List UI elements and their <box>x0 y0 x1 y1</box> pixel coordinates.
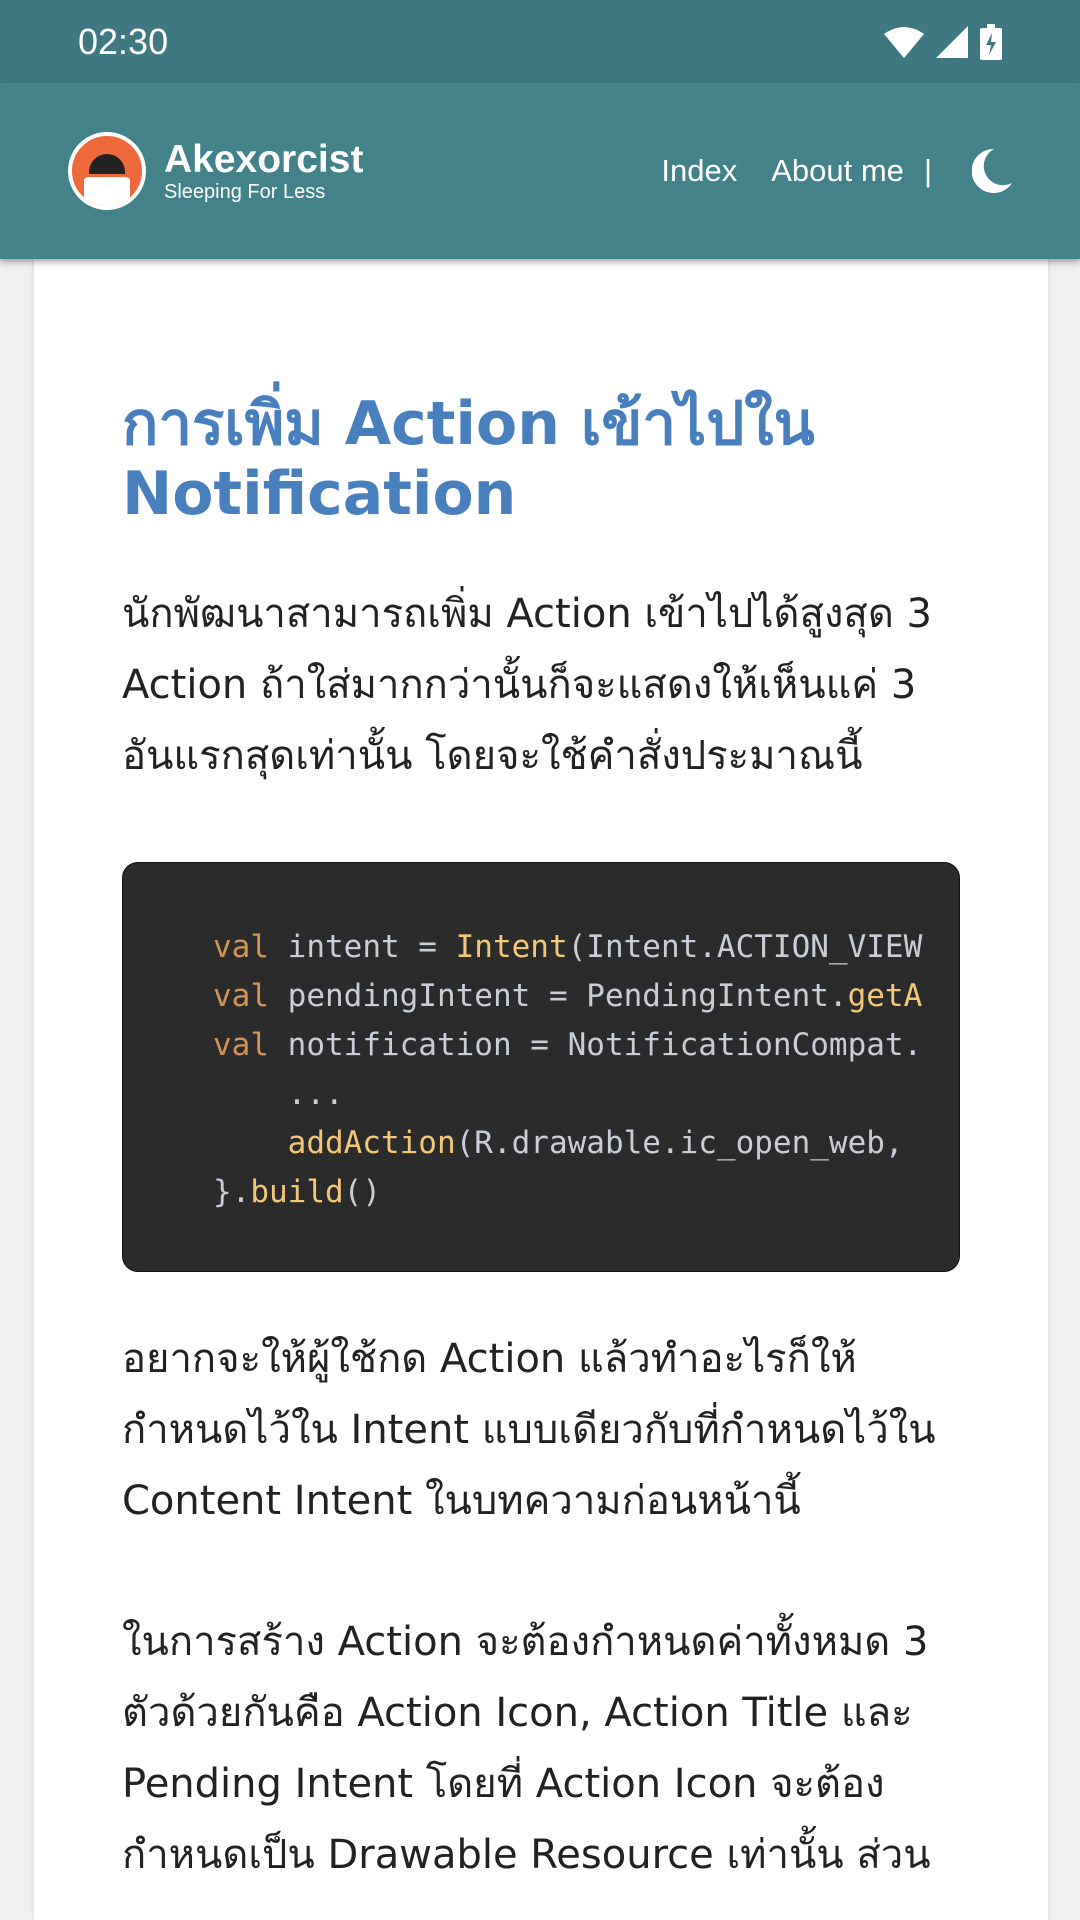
site-logo[interactable] <box>68 132 146 210</box>
code-token: getA <box>847 978 923 1014</box>
code-line: val pendingIntent = PendingIntent.getA <box>213 972 959 1021</box>
status-bar: 02:30 <box>0 0 1080 83</box>
code-line: ... <box>213 1070 959 1119</box>
nav: Index About me | <box>627 149 1012 193</box>
code-block: val intent = Intent(Intent.ACTION_VIEW va… <box>122 862 960 1272</box>
signal-icon <box>936 25 968 58</box>
code-token: ... <box>213 1076 344 1112</box>
paragraph: นักพัฒนาสามารถเพิ่ม Action เข้าไปได้สูงส… <box>122 591 932 779</box>
code-token: (Intent.ACTION_VIEW <box>567 929 923 965</box>
code-token: intent = <box>269 929 456 965</box>
code-line: val intent = Intent(Intent.ACTION_VIEW <box>213 923 959 972</box>
code-token: pendingIntent = PendingIntent. <box>269 978 848 1014</box>
code-token: val <box>213 929 269 965</box>
status-time: 02:30 <box>78 20 169 62</box>
moon-icon[interactable] <box>972 149 1012 193</box>
article-card: การเพิ่ม Action เข้าไปใน Notification นั… <box>34 259 1048 1920</box>
code-token: }. <box>213 1174 251 1210</box>
site-tagline: Sleeping For Less <box>164 180 326 203</box>
code-token: val <box>213 1027 269 1063</box>
site-name: Akexorcist <box>164 137 364 181</box>
code-token: val <box>213 978 269 1014</box>
code-line: addAction(R.drawable.ic_open_web, <box>213 1119 959 1168</box>
code-token: () <box>343 1174 381 1210</box>
site-header: Akexorcist Sleeping For Less Index About… <box>0 83 1080 259</box>
code-token: Intent <box>455 929 568 965</box>
nav-about-link[interactable]: About me <box>771 153 904 189</box>
paragraph: ในการสร้าง Action จะต้องกำหนดค่าทั้งหมด … <box>122 1619 931 1878</box>
code-line: val notification = NotificationCompat. <box>213 1021 959 1070</box>
nav-index-link[interactable]: Index <box>661 153 737 189</box>
wifi-icon <box>884 26 924 58</box>
brand[interactable]: Akexorcist Sleeping For Less <box>164 137 364 204</box>
battery-charging-icon <box>980 23 1002 60</box>
article-title: การเพิ่ม Action เข้าไปใน Notification <box>122 389 815 529</box>
nav-separator: | <box>923 153 932 188</box>
code-token: notification = NotificationCompat. <box>269 1027 923 1063</box>
code-token: addAction <box>287 1125 456 1161</box>
paragraph: อยากจะให้ผู้ใช้กด Action แล้วทำอะไรก็ให้… <box>122 1336 936 1524</box>
code-token: (R.drawable.ic_open_web, <box>455 1125 904 1161</box>
code-line: }.build() <box>213 1168 959 1217</box>
code-token: build <box>250 1174 344 1210</box>
